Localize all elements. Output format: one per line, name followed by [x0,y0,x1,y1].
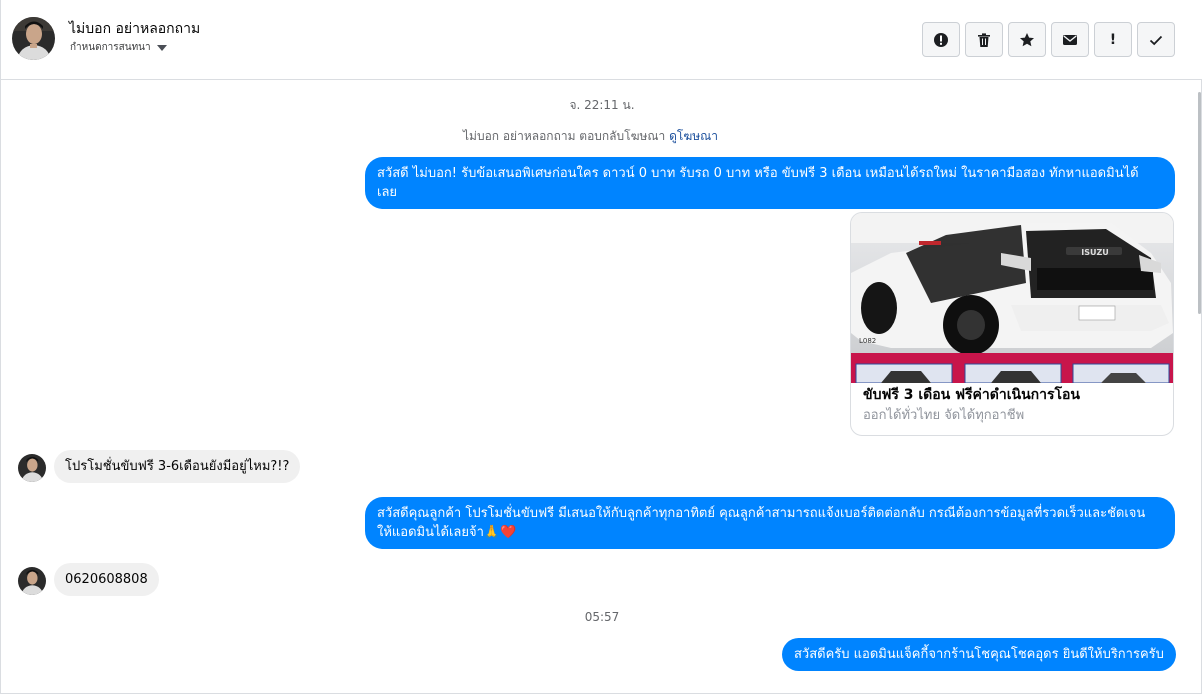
mark-done-button[interactable] [1137,22,1175,57]
plate-code: L082 [859,337,876,345]
trash-icon [978,32,990,47]
brand-logo: ISUZU [1081,248,1109,257]
ad-title: ขับฟรี 3 เดือน ฟรีค่าดำเนินการโอน [863,387,1080,403]
thread-scrollbar[interactable] [1198,92,1201,314]
timestamp: จ. 22:11 น. [569,98,635,112]
mark-spam-button[interactable]: ! [1094,22,1132,57]
conversation-header: ไม่บอก อย่าหลอกถาม กำหนดการสนทนา ! [1,0,1202,80]
contact-name: ไม่บอก อย่าหลอกถาม [69,21,201,37]
status-label: กำหนดการสนทนา [70,42,151,53]
messenger-window: ไม่บอก อย่าหลอกถาม กำหนดการสนทนา ! จ. 22… [0,0,1202,694]
incoming-message: 0620608808 [54,563,159,596]
message-text-line: ให้แอดมินได้เลยจ้า🙏❤️ [377,525,517,540]
outgoing-message: สวัสดีครับ แอดมินแจ็คกี้จากร้านโชคุณโชคอ… [782,638,1176,671]
ad-reply-note: ไม่บอก อย่าหลอกถาม ตอบกลับโฆษณา ดูโฆษณา [463,127,718,146]
caret-down-icon [156,44,167,51]
star-button[interactable] [1008,22,1046,57]
conversation-status-dropdown[interactable]: กำหนดการสนทนา [70,40,167,55]
ad-subtitle: ออกได้ทั่วไทย จัดได้ทุกอาชีพ [863,408,1025,423]
message-text-line: สวัสดีคุณลูกค้า โปรโมชั่นขับฟรี มีเสนอให… [377,506,1146,521]
message-text-line: เลย [377,185,398,200]
mail-icon [1063,34,1077,45]
message-text-line: สวัสดี ไม่บอก! รับข้อเสนอพิเศษก่อนใคร ดา… [377,166,1139,181]
info-icon [934,32,948,47]
timestamp: 05:57 [584,610,620,624]
view-ad-link[interactable]: ดูโฆษณา [669,129,718,143]
outgoing-message: สวัสดีคุณลูกค้า โปรโมชั่นขับฟรี มีเสนอให… [365,497,1175,549]
ad-reply-text: ไม่บอก อย่าหลอกถาม ตอบกลับโฆษณา [463,129,666,143]
contact-avatar[interactable] [18,454,46,482]
star-icon [1020,32,1034,46]
contact-avatar[interactable] [18,567,46,595]
ad-card[interactable]: L082 ISUZU ขับฟรี 3 เดือน ฟรีค่าดำเนินกา… [850,212,1174,436]
contact-avatar[interactable] [12,17,55,60]
info-button[interactable] [922,22,960,57]
ad-image[interactable]: L082 ISUZU [851,213,1173,384]
delete-button[interactable] [965,22,1003,57]
exclamation-icon: ! [1109,31,1117,48]
outgoing-message: สวัสดี ไม่บอก! รับข้อเสนอพิเศษก่อนใคร ดา… [365,157,1175,209]
conversation-toolbar: ! [922,22,1175,57]
mark-unread-button[interactable] [1051,22,1089,57]
check-icon [1149,35,1163,45]
incoming-message: โปรโมชั่นขับฟรี 3-6เดือนยังมีอยู่ไหม?!? [54,450,301,483]
